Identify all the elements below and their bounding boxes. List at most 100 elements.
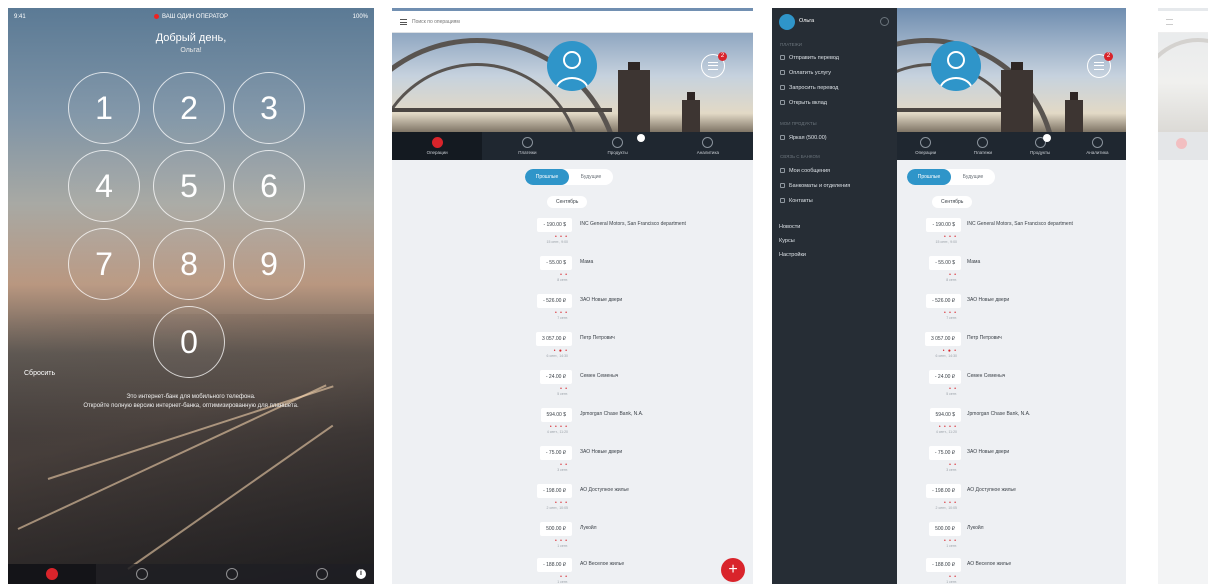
messages-badge: 2: [718, 52, 727, 61]
pin-key-0[interactable]: 0: [153, 306, 225, 378]
transaction-amount[interactable]: 594.00 $ • • • • 4 сент., 11:20: [512, 408, 572, 436]
transaction-name[interactable]: АО Веселое жилье: [580, 561, 720, 568]
transaction-amount[interactable]: - 55.00 $ • • 8 сент.: [512, 256, 572, 284]
transaction-amount[interactable]: - 190.00 $ • • • 15 сент., 9:00: [901, 218, 961, 246]
bottom-tab-rates[interactable]: [188, 564, 276, 584]
tab-payments[interactable]: Платежи: [482, 132, 572, 160]
segment-future[interactable]: Будущие: [569, 169, 613, 185]
pin-key-5[interactable]: 5: [153, 150, 225, 222]
transaction-date: 1 сент.: [946, 544, 957, 548]
transaction-name[interactable]: Петр Петрович: [580, 335, 720, 342]
transaction-amount[interactable]: - 24.00 ₽ • • 5 сент.: [512, 370, 572, 398]
amount: - 55.00 $: [929, 256, 961, 270]
transaction-name[interactable]: ЗАО Новые двери: [580, 297, 720, 304]
transaction-date: 1 сент.: [557, 580, 568, 584]
tab-operations[interactable]: Операции: [897, 132, 954, 160]
notifications-icon[interactable]: [880, 17, 889, 26]
transaction-amount[interactable]: - 188.00 ₽ • • 1 сент.: [901, 558, 961, 584]
deposit-icon: [780, 100, 785, 105]
transaction-amount[interactable]: 500.00 ₽ • • • 1 сент.: [901, 522, 961, 550]
drawer-item-atms[interactable]: Банкоматы и отделения: [780, 182, 850, 191]
pin-key-7[interactable]: 7: [68, 228, 140, 300]
pin-key-8[interactable]: 8: [153, 228, 225, 300]
clear-pin-button[interactable]: Сбросить: [24, 370, 55, 377]
transaction-amount[interactable]: - 526.00 ₽ • • • 7 сент.: [901, 294, 961, 322]
tab-label: Аналитика: [696, 150, 720, 155]
tab-payments[interactable]: Платежи: [954, 132, 1011, 160]
profile-avatar[interactable]: [931, 41, 981, 91]
tab-analytics[interactable]: Аналитика: [663, 132, 753, 160]
drawer-item-contacts[interactable]: Контакты: [780, 197, 813, 206]
transaction-name[interactable]: Мама: [967, 259, 1107, 266]
add-button[interactable]: +: [721, 558, 745, 582]
transaction-amount[interactable]: 500.00 ₽ • • • 1 сент.: [512, 522, 572, 550]
transaction-amount[interactable]: - 526.00 ₽ • • • 7 сент.: [512, 294, 572, 322]
drawer-item-rates[interactable]: Курсы: [779, 237, 795, 246]
transaction-amount[interactable]: - 190.00 $ • • • 15 сент., 9:00: [512, 218, 572, 246]
main-tab-bar: Операции Платежи Продукты Аналитика: [897, 132, 1126, 160]
transaction-amount[interactable]: - 198.00 ₽ • • • 2 сент., 10:05: [901, 484, 961, 512]
transaction-name[interactable]: Семен Семеныч: [967, 373, 1107, 380]
profile-avatar[interactable]: [547, 41, 597, 91]
tab-operations[interactable]: Операции: [392, 132, 483, 160]
drawer-item-label: Контакты: [789, 198, 813, 204]
drawer-item-card[interactable]: Яркая (500.00): [780, 134, 827, 143]
tab-products[interactable]: Продукты: [573, 132, 663, 160]
messages-button[interactable]: 2: [1087, 52, 1113, 78]
transaction-name[interactable]: INC General Motors, San Francisco depart…: [580, 221, 720, 228]
bottom-tab-contacts[interactable]: [278, 564, 366, 584]
transaction-name[interactable]: Jpmorgan Chase Bank, N.A.: [580, 411, 720, 418]
transaction-amount[interactable]: - 55.00 $ • • 8 сент.: [901, 256, 961, 284]
transaction-amount[interactable]: - 188.00 ₽ • • 1 сент.: [512, 558, 572, 584]
search-input[interactable]: [412, 16, 612, 28]
transaction-name[interactable]: Мама: [580, 259, 720, 266]
transaction-name[interactable]: Петр Петрович: [967, 335, 1107, 342]
transaction-name[interactable]: Лукойл: [967, 525, 1107, 532]
info-icon[interactable]: i: [356, 569, 366, 579]
transaction-amount[interactable]: - 24.00 ₽ • • 5 сент.: [901, 370, 961, 398]
transaction-amount[interactable]: - 75.00 ₽ • • 3 сент.: [512, 446, 572, 474]
drawer-header[interactable]: Ольга: [772, 8, 897, 36]
bottom-tab-atm[interactable]: [98, 564, 186, 584]
drawer-item-settings[interactable]: Настройки: [779, 251, 806, 260]
pin-key-9[interactable]: 9: [233, 228, 305, 300]
segment-past[interactable]: Прошлые: [525, 169, 569, 185]
menu-icon[interactable]: [400, 19, 407, 25]
operations-icon: [431, 137, 443, 148]
notice-line-2[interactable]: Откройте полную версию интернет-банка, о…: [18, 402, 364, 411]
segment-future[interactable]: Будущие: [951, 169, 995, 185]
pin-key-6[interactable]: 6: [233, 150, 305, 222]
drawer-item-pay-service[interactable]: Оплатить услугу: [780, 69, 831, 78]
pin-key-2[interactable]: 2: [153, 72, 225, 144]
bottom-tab-login[interactable]: [8, 564, 96, 584]
drawer-item-send-transfer[interactable]: Отправить перевод: [780, 54, 839, 63]
transaction-name[interactable]: ЗАО Новые двери: [580, 449, 720, 456]
transaction-amount[interactable]: 3 057.00 ₽ • ● • 6 сент., 14:30: [512, 332, 572, 360]
tab-products[interactable]: Продукты: [1012, 132, 1069, 160]
transaction-amount[interactable]: - 198.00 ₽ • • • 2 сент., 10:05: [512, 484, 572, 512]
transaction-name[interactable]: Лукойл: [580, 525, 720, 532]
transaction-name[interactable]: Jpmorgan Chase Bank, N.A.: [967, 411, 1107, 418]
transaction-amount[interactable]: - 75.00 ₽ • • 3 сент.: [901, 446, 961, 474]
bridge-tower: [1001, 62, 1033, 132]
drawer-item-open-deposit[interactable]: Открыть вклад: [780, 99, 827, 108]
drawer-item-request-transfer[interactable]: Запросить перевод: [780, 84, 838, 93]
transaction-name[interactable]: ЗАО Новые двери: [967, 449, 1107, 456]
transaction-name[interactable]: АО Доступное жилье: [967, 487, 1107, 494]
period-toggle: Прошлые Будущие: [525, 169, 613, 185]
messages-button[interactable]: 2: [701, 52, 727, 78]
pin-key-1[interactable]: 1: [68, 72, 140, 144]
transaction-name[interactable]: АО Веселое жилье: [967, 561, 1107, 568]
segment-past[interactable]: Прошлые: [907, 169, 951, 185]
transaction-name[interactable]: Семен Семеныч: [580, 373, 720, 380]
transaction-amount[interactable]: 594.00 $ • • • • 4 сент., 11:20: [901, 408, 961, 436]
pin-key-4[interactable]: 4: [68, 150, 140, 222]
drawer-item-news[interactable]: Новости: [779, 223, 800, 232]
drawer-item-messages[interactable]: Мои сообщения: [780, 167, 830, 176]
transaction-name[interactable]: ЗАО Новые двери: [967, 297, 1107, 304]
transaction-name[interactable]: INC General Motors, San Francisco depart…: [967, 221, 1107, 228]
tab-analytics[interactable]: Аналитика: [1069, 132, 1126, 160]
pin-key-3[interactable]: 3: [233, 72, 305, 144]
transaction-amount[interactable]: 3 057.00 ₽ • ● • 6 сент., 14:30: [901, 332, 961, 360]
transaction-name[interactable]: АО Доступное жилье: [580, 487, 720, 494]
